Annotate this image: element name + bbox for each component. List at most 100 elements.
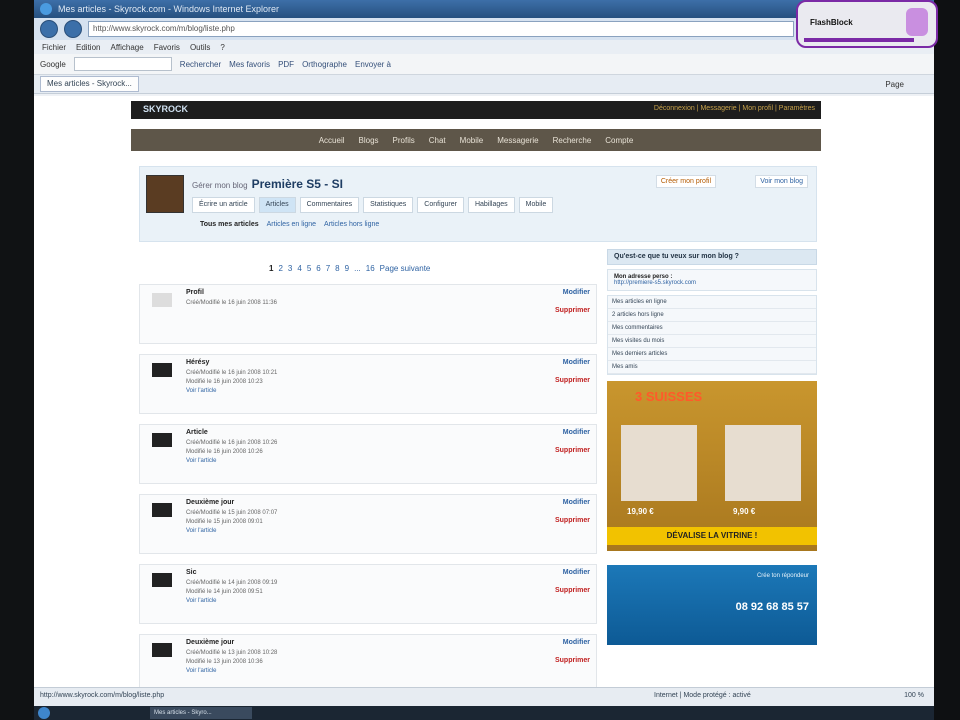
article-title[interactable]: Deuxième jour [186, 639, 234, 646]
page-link[interactable]: 6 [316, 264, 320, 273]
menu-help[interactable]: ? [220, 43, 224, 52]
filter-all-articles[interactable]: Tous mes articles [200, 221, 259, 228]
article-thumbnail[interactable] [152, 363, 172, 377]
modify-button[interactable]: Modifier [563, 429, 590, 436]
tab-skins[interactable]: Habillages [467, 197, 515, 213]
delete-button[interactable]: Supprimer [555, 657, 590, 664]
avatar[interactable] [146, 175, 184, 213]
forward-button[interactable] [64, 20, 82, 38]
view-blog-link[interactable]: Voir mon blog [755, 175, 808, 188]
ad-banner-3suisses[interactable]: 3 SUISSES 19,90 € 9,90 € DÉVALISE LA VIT… [607, 381, 817, 551]
page-link[interactable]: 5 [307, 264, 311, 273]
article-thumbnail[interactable] [152, 573, 172, 587]
page-link[interactable]: 1 [269, 264, 273, 273]
taskbar-item[interactable]: Mes articles - Skyro... [150, 707, 252, 719]
toolbar-send-button[interactable]: Envoyer à [355, 60, 391, 69]
menu-favorites[interactable]: Favoris [154, 43, 180, 52]
article-title[interactable]: Article [186, 429, 208, 436]
blog-address-link[interactable]: http://premiere-s5.skyrock.com [614, 280, 810, 286]
article-title[interactable]: Sic [186, 569, 197, 576]
page-link[interactable]: 2 [278, 264, 282, 273]
modify-button[interactable]: Modifier [563, 639, 590, 646]
tab-mobile[interactable]: Mobile [518, 197, 554, 213]
tab-articles[interactable]: Articles [258, 197, 296, 213]
page-link[interactable]: 8 [335, 264, 339, 273]
menu-tools[interactable]: Outils [190, 43, 210, 52]
tab-configure[interactable]: Configurer [417, 197, 464, 213]
nav-chat[interactable]: Chat [429, 136, 446, 145]
page-link[interactable]: 4 [297, 264, 301, 273]
page-link[interactable]: 16 [366, 264, 375, 273]
article-view-link[interactable]: Voir l'article [186, 668, 217, 674]
delete-button[interactable]: Supprimer [555, 377, 590, 384]
list-item: Article Créé/Modifié le 16 juin 2008 10:… [139, 424, 597, 484]
tab-statistics[interactable]: Statistiques [363, 197, 414, 213]
next-page-link[interactable]: Page suivante [380, 264, 431, 273]
tab-write-article[interactable]: Écrire un article [192, 197, 255, 213]
nav-mobile[interactable]: Mobile [460, 136, 484, 145]
sidebar-item[interactable]: Mes derniers articles [608, 348, 816, 361]
nav-search[interactable]: Recherche [553, 136, 592, 145]
sidebar-item[interactable]: Mes articles en ligne [608, 296, 816, 309]
article-thumbnail[interactable] [152, 503, 172, 517]
flashblock-popup[interactable]: FlashBlock [796, 0, 938, 48]
ad-photo [725, 425, 801, 501]
sidebar-item[interactable]: Mes visites du mois [608, 335, 816, 348]
nav-home[interactable]: Accueil [319, 136, 345, 145]
sidebar-item[interactable]: Mes commentaires [608, 322, 816, 335]
filter-online-articles[interactable]: Articles en ligne [267, 221, 316, 228]
modify-button[interactable]: Modifier [563, 499, 590, 506]
nav-account[interactable]: Compte [605, 136, 633, 145]
article-view-link[interactable]: Voir l'article [186, 388, 217, 394]
menu-file[interactable]: Fichier [42, 43, 66, 52]
article-view-link[interactable]: Voir l'article [186, 528, 217, 534]
toolbar-search-button[interactable]: Rechercher [180, 60, 221, 69]
article-thumbnail[interactable] [152, 293, 172, 307]
article-title[interactable]: Hérésy [186, 359, 209, 366]
nav-blogs[interactable]: Blogs [359, 136, 379, 145]
modify-button[interactable]: Modifier [563, 289, 590, 296]
ad-cta[interactable]: DÉVALISE LA VITRINE ! [607, 527, 817, 545]
address-bar[interactable]: http://www.skyrock.com/m/blog/liste.php [88, 21, 794, 37]
page-link[interactable]: 3 [288, 264, 292, 273]
skyrock-top-links[interactable]: Déconnexion | Messagerie | Mon profil | … [654, 105, 815, 112]
start-button-icon[interactable] [38, 707, 50, 719]
sidebar-item[interactable]: 2 articles hors ligne [608, 309, 816, 322]
article-thumbnail[interactable] [152, 643, 172, 657]
tab-comments[interactable]: Commentaires [299, 197, 360, 213]
delete-button[interactable]: Supprimer [555, 517, 590, 524]
article-date: Créé/Modifié le 16 juin 2008 10:26 [186, 440, 278, 446]
google-search-input[interactable] [73, 57, 172, 71]
skyrock-logo[interactable]: SKYROCK [143, 104, 188, 114]
ad-banner-phone[interactable]: Crée ton répondeur 08 92 68 85 57 [607, 565, 817, 645]
browser-tab[interactable]: Mes articles - Skyrock... [40, 76, 139, 92]
page-link[interactable]: 7 [326, 264, 330, 273]
modify-button[interactable]: Modifier [563, 569, 590, 576]
modify-button[interactable]: Modifier [563, 359, 590, 366]
menu-view[interactable]: Affichage [110, 43, 143, 52]
delete-button[interactable]: Supprimer [555, 307, 590, 314]
article-view-link[interactable]: Voir l'article [186, 458, 217, 464]
toolbar-pdf-button[interactable]: PDF [278, 60, 294, 69]
sidebar-item[interactable]: Mes amis [608, 361, 816, 374]
toolbar-spellcheck-button[interactable]: Orthographe [302, 60, 347, 69]
article-title[interactable]: Deuxième jour [186, 499, 234, 506]
page-menu[interactable]: Page [885, 80, 904, 89]
toolbar-bookmarks-button[interactable]: Mes favoris [229, 60, 270, 69]
zoom-level[interactable]: 100 % [904, 692, 924, 699]
ie-icon [40, 3, 52, 15]
menu-edit[interactable]: Edition [76, 43, 100, 52]
article-view-link[interactable]: Voir l'article [186, 598, 217, 604]
delete-button[interactable]: Supprimer [555, 587, 590, 594]
nav-messages[interactable]: Messagerie [497, 136, 538, 145]
page-link[interactable]: 9 [345, 264, 349, 273]
flashblock-bar [804, 38, 914, 42]
blog-address-block: Mon adresse perso : http://premiere-s5.s… [607, 269, 817, 291]
filter-offline-articles[interactable]: Articles hors ligne [324, 221, 379, 228]
nav-profiles[interactable]: Profils [393, 136, 415, 145]
delete-button[interactable]: Supprimer [555, 447, 590, 454]
article-title[interactable]: Profil [186, 289, 204, 296]
article-thumbnail[interactable] [152, 433, 172, 447]
back-button[interactable] [40, 20, 58, 38]
create-profile-link[interactable]: Créer mon profil [655, 175, 716, 188]
